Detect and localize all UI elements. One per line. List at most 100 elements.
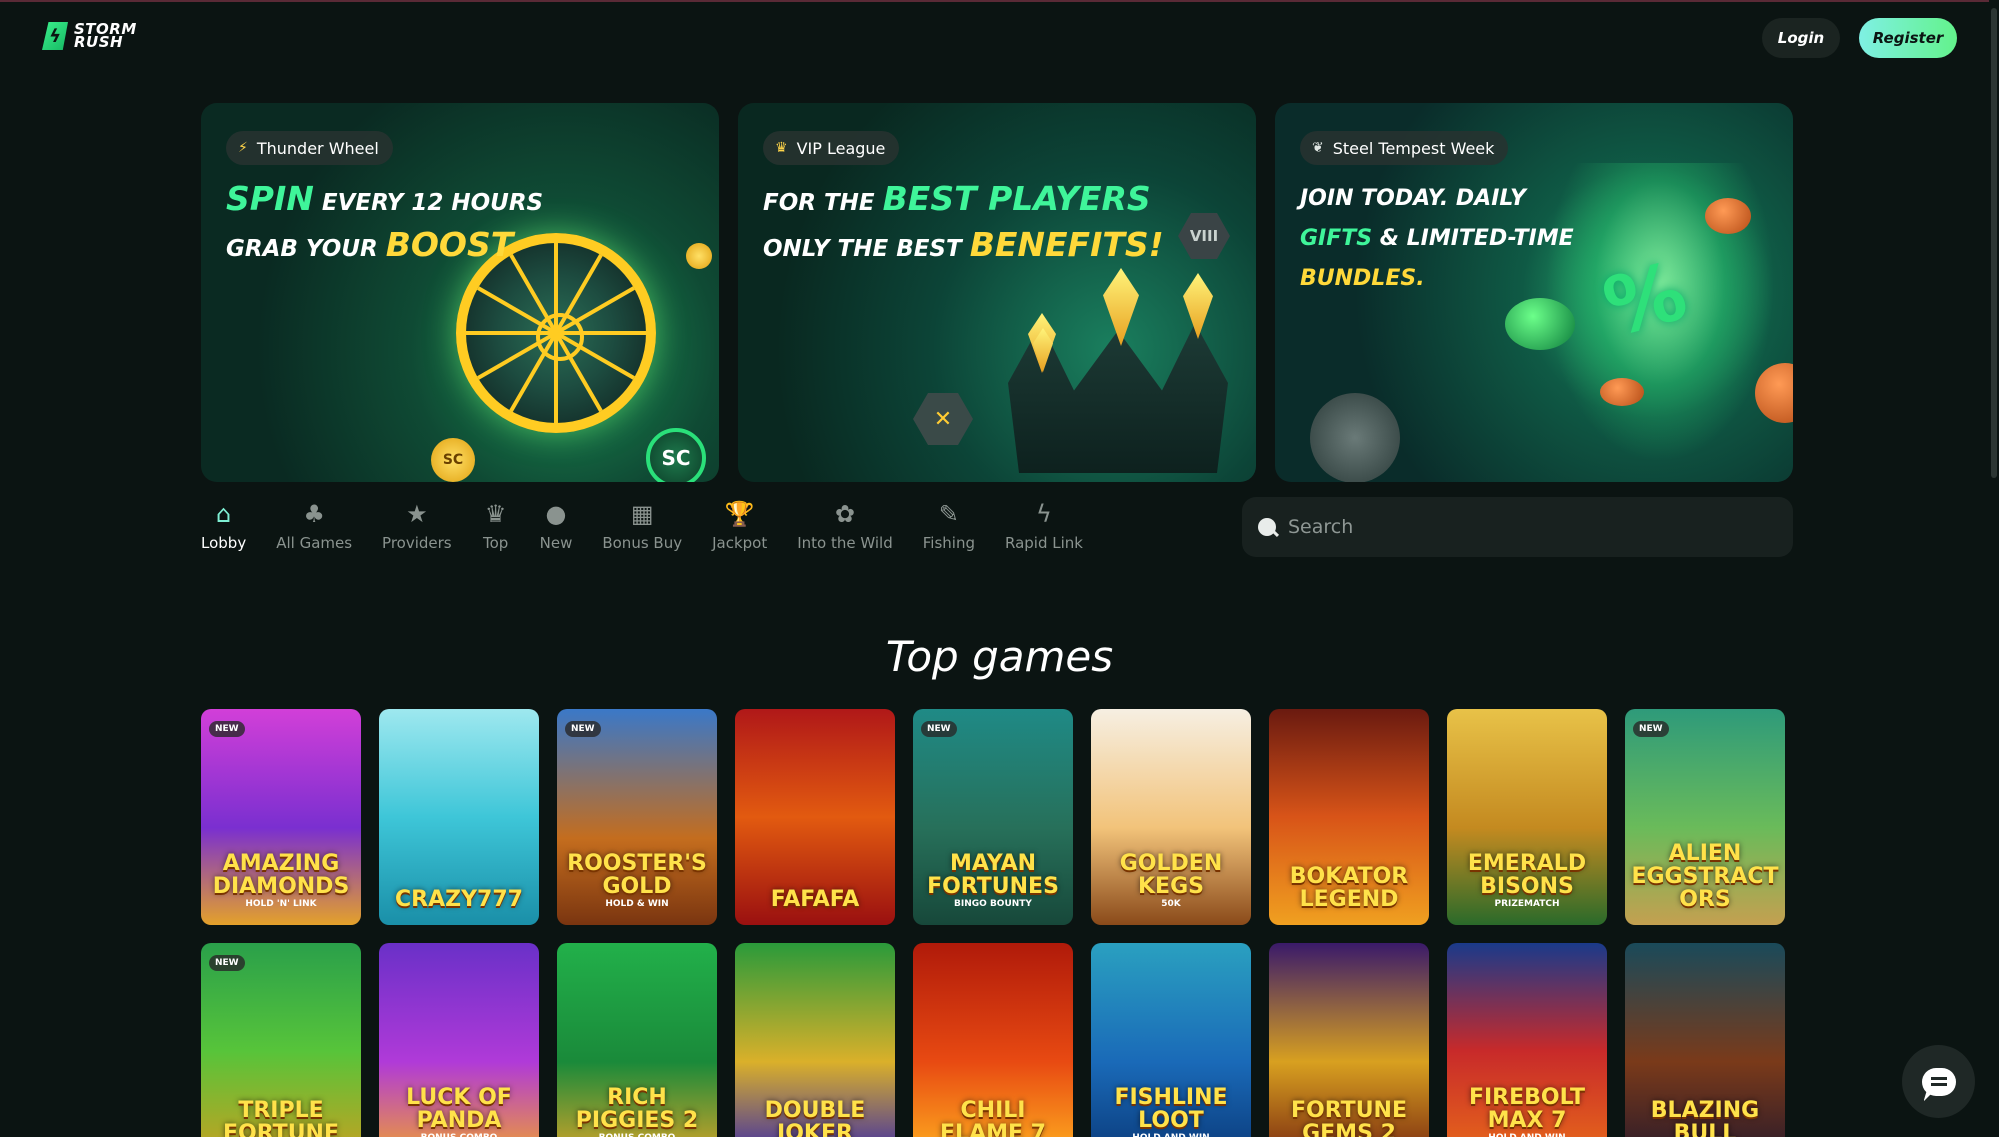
game-title: TRIPLE FORTUNE: [223, 1098, 339, 1137]
game-row: NEW AMAZING DIAMONDS HOLD 'N' LINK Crazy777…: [201, 709, 1787, 925]
category-all-games[interactable]: ♣ All Games: [276, 500, 352, 552]
game-tile[interactable]: RICH PIGGIES 2BONUS COMBO: [557, 943, 717, 1137]
page-scrollbar[interactable]: [1989, 0, 1999, 1137]
game-grid: NEW AMAZING DIAMONDS HOLD 'N' LINK Crazy777…: [201, 709, 1787, 1137]
category-label: Rapid Link: [1004, 534, 1083, 552]
search-icon: [1258, 518, 1276, 536]
green-ball-art: [1505, 298, 1575, 350]
login-button[interactable]: Login: [1762, 18, 1840, 58]
steel-tempest-banner[interactable]: % ❦ Steel Tempest Week JOIN TODAY. DAILY…: [1275, 103, 1793, 482]
game-tile[interactable]: FaFaFa: [735, 709, 895, 925]
new-badge: NEW: [209, 721, 245, 737]
game-title: FIREBOLT MAX 7HOLD AND WIN: [1453, 1086, 1601, 1137]
category-label: Lobby: [201, 534, 247, 552]
chat-icon: [1921, 1067, 1956, 1096]
game-title: EMERALD BISONS PRIZEMATCH: [1453, 852, 1601, 911]
scrollbar-thumb[interactable]: [1991, 8, 1997, 478]
fish-icon: ✎: [938, 500, 959, 528]
top-accent-line: [0, 0, 1999, 2]
game-tile[interactable]: FISHLINE LOOTHOLD AND WIN: [1091, 943, 1251, 1137]
new-badge: NEW: [1633, 721, 1669, 737]
sc-coin: SC: [646, 428, 706, 482]
game-title: FORTUNE GEMS 2: [1291, 1098, 1407, 1137]
orange-ball-art: [1600, 378, 1644, 406]
game-title: LUCK OF PANDABONUS COMBO: [385, 1086, 533, 1137]
register-button[interactable]: Register: [1859, 18, 1957, 58]
banner-headline: JOIN TODAY. DAILY GIFTS & LIMITED-TIME B…: [1300, 186, 1574, 291]
game-title: BLAZING BULL: [1650, 1098, 1760, 1137]
banner-chip: ❦ Steel Tempest Week: [1300, 131, 1509, 165]
category-label: Fishing: [922, 534, 975, 552]
logo-wordmark: STORM RUSH: [74, 20, 137, 51]
game-subtitle: HOLD 'N' LINK: [245, 899, 317, 909]
game-title: CHILI FLAME 7: [940, 1098, 1046, 1137]
orange-ball-art: [1705, 198, 1751, 234]
paw-icon: ✿: [834, 500, 856, 528]
category-top[interactable]: ♛ Top: [482, 500, 510, 552]
new-badge: NEW: [209, 955, 245, 971]
game-title: BOKATOR LEGEND: [1289, 864, 1409, 912]
game-tile[interactable]: NEW MAYAN FORTUNES BINGO BOUNTY: [913, 709, 1073, 925]
game-tile[interactable]: NEW TRIPLE FORTUNE: [201, 943, 361, 1137]
game-tile[interactable]: BOKATOR LEGEND: [1269, 709, 1429, 925]
category-bonus-buy[interactable]: ▦ Bonus Buy: [602, 500, 682, 552]
thunder-wheel-banner[interactable]: SC SC ⚡ Thunder Wheel SPIN EVERY 12 HOUR…: [201, 103, 719, 482]
chat-button[interactable]: [1902, 1045, 1975, 1118]
new-badge: NEW: [565, 721, 601, 737]
game-title: AMAZING DIAMONDS HOLD 'N' LINK: [207, 852, 355, 911]
new-badge: NEW: [921, 721, 957, 737]
category-providers[interactable]: ★ Providers: [382, 500, 452, 552]
game-title: DOUBLE JOKER: [764, 1098, 866, 1137]
game-tile[interactable]: Crazy777: [379, 709, 539, 925]
x-badge-art: ✕: [913, 393, 973, 445]
game-tile[interactable]: DOUBLE JOKER: [735, 943, 895, 1137]
game-title: RICH PIGGIES 2BONUS COMBO: [563, 1086, 711, 1137]
game-tile[interactable]: NEW ALIEN EGGSTRACTORS: [1625, 709, 1785, 925]
cherries-icon: ♣: [303, 500, 325, 528]
game-tile[interactable]: NEW ROOSTER'S GOLD HOLD & WIN: [557, 709, 717, 925]
game-subtitle: HOLD & WIN: [605, 899, 669, 909]
game-subtitle: BINGO BOUNTY: [954, 899, 1032, 909]
game-title: MAYAN FORTUNES BINGO BOUNTY: [919, 852, 1067, 911]
category-fishing[interactable]: ✎ Fishing: [923, 500, 975, 552]
banner-headline: FOR THE BEST PLAYERS ONLY THE BEST BENEF…: [763, 179, 1164, 264]
game-subtitle: BONUS COMBO: [385, 1132, 533, 1137]
home-icon: ⌂: [215, 500, 232, 528]
banner-headline: SPIN EVERY 12 HOURS GRAB YOUR BOOST: [226, 179, 544, 264]
game-tile[interactable]: NEW AMAZING DIAMONDS HOLD 'N' LINK: [201, 709, 361, 925]
game-row: NEW TRIPLE FORTUNE LUCK OF PANDABONUS COMB…: [201, 943, 1787, 1137]
game-tile[interactable]: FIREBOLT MAX 7HOLD AND WIN: [1447, 943, 1607, 1137]
category-label: Bonus Buy: [602, 534, 683, 552]
crown-badge-icon: ♛: [484, 500, 507, 528]
category-rapid-link[interactable]: ϟ Rapid Link: [1005, 500, 1083, 552]
category-label: Into the Wild: [797, 534, 893, 552]
banner-chip: ⚡ Thunder Wheel: [226, 131, 393, 165]
gem-art: [1183, 273, 1213, 339]
lightning-icon: ⚡: [238, 140, 248, 156]
game-title: Crazy777: [395, 887, 523, 912]
lightning-logo-icon: ϟ: [42, 22, 68, 50]
rock-art: [1310, 393, 1400, 482]
game-tile[interactable]: BLAZING BULL: [1625, 943, 1785, 1137]
category-new[interactable]: ● New: [540, 500, 573, 552]
banner-chip: ♛ VIP League: [763, 131, 900, 165]
category-jackpot[interactable]: 🏆 Jackpot: [712, 500, 767, 552]
game-tile[interactable]: FORTUNE GEMS 2: [1269, 943, 1429, 1137]
vip-league-banner[interactable]: ✕ VIII ♛ VIP League FOR THE BEST PLAYERS…: [738, 103, 1256, 482]
game-tile[interactable]: EMERALD BISONS PRIZEMATCH: [1447, 709, 1607, 925]
crown-icon: ♛: [775, 140, 788, 156]
category-lobby[interactable]: ⌂ Lobby: [201, 500, 246, 552]
storm-rush-logo[interactable]: ϟ STORM RUSH: [42, 22, 137, 50]
category-label: Jackpot: [712, 534, 768, 552]
game-tile[interactable]: LUCK OF PANDABONUS COMBO: [379, 943, 539, 1137]
game-tile[interactable]: GOLDEN KEGS 50K: [1091, 709, 1251, 925]
search-input[interactable]: [1288, 516, 1768, 538]
category-into-the-wild[interactable]: ✿ Into the Wild: [797, 500, 893, 552]
game-tile[interactable]: CHILI FLAME 7: [913, 943, 1073, 1137]
section-title: Top games: [885, 632, 1114, 681]
game-subtitle: 50K: [1161, 899, 1181, 909]
search-bar[interactable]: [1242, 497, 1793, 557]
tornado-icon: ❦: [1312, 140, 1324, 156]
game-title: ALIEN EGGSTRACTORS: [1631, 841, 1779, 912]
game-title: FISHLINE LOOTHOLD AND WIN: [1097, 1086, 1245, 1137]
